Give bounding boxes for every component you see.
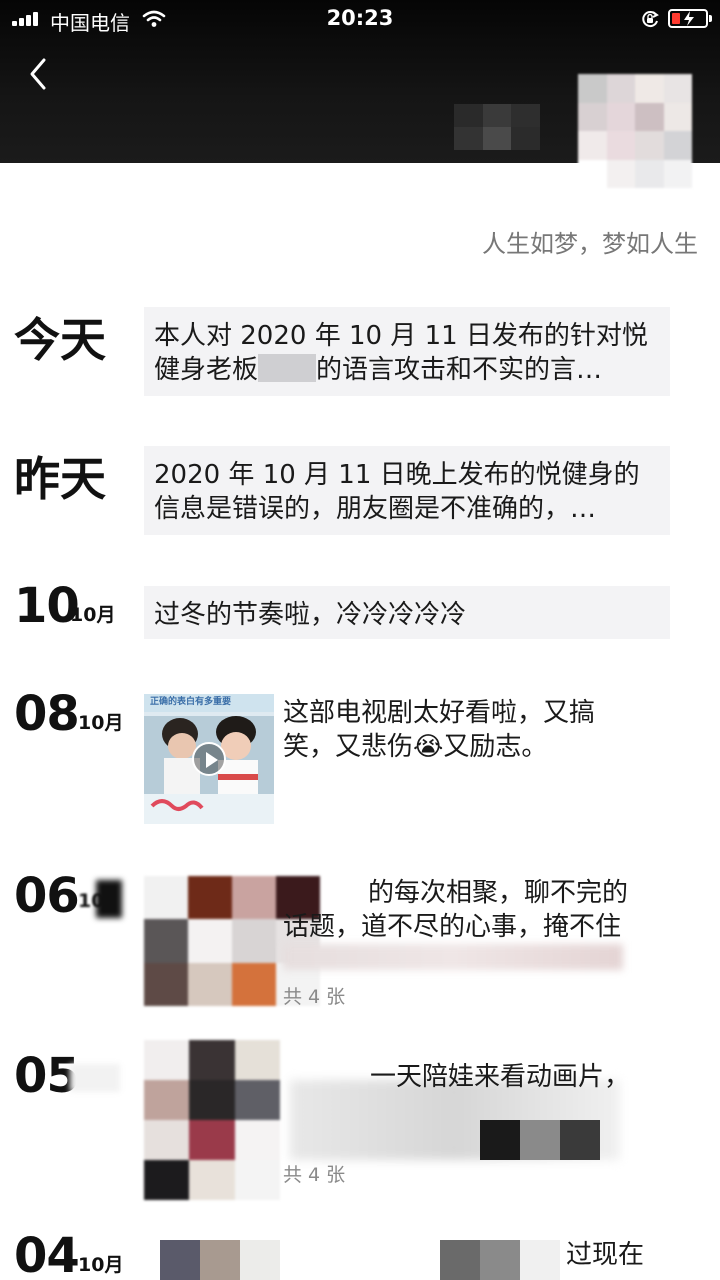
back-chevron-icon[interactable] bbox=[24, 56, 54, 92]
post-text-line: 一天陪娃来看动画片， bbox=[370, 1062, 631, 1092]
post-text-line: 过冬的节奏啦，冷冷冷冷冷 bbox=[154, 600, 467, 630]
post-date-month: 10月 bbox=[78, 712, 124, 734]
post-text-card[interactable]: 过冬的节奏啦，冷冷冷冷冷 bbox=[144, 586, 670, 639]
post-text-prefix: 健身老板 bbox=[154, 355, 259, 385]
post-text-line: 的每次相聚，聊不完的 bbox=[368, 878, 629, 908]
post-date-month: 10月 bbox=[70, 604, 116, 626]
profile-signature: 人生如梦，梦如人生 bbox=[482, 230, 698, 258]
post-text-line: 信息是错误的，朋友圈是不准确的，… bbox=[154, 494, 597, 524]
redaction-mosaic bbox=[480, 1120, 600, 1160]
post-text[interactable]: 过现在 bbox=[566, 1238, 696, 1272]
photo-grid-redacted[interactable] bbox=[144, 1040, 280, 1200]
status-bar: 中国电信 20:23 bbox=[0, 0, 720, 38]
post-date-month: 10月 bbox=[78, 1254, 124, 1276]
redaction-blot bbox=[96, 880, 122, 918]
post-text[interactable]: 的每次相聚，聊不完的 bbox=[368, 876, 668, 910]
photo-count: 共 4 张 bbox=[283, 1164, 346, 1186]
video-thumbnail[interactable]: 正确的表白有多重要 bbox=[144, 694, 274, 824]
post-text[interactable]: 这部电视剧太好看啦，又搞 笑，又悲伤😭又励志。 bbox=[283, 696, 683, 764]
post-text-card[interactable]: 本人对 2020 年 10 月 11 日发布的针对悦 健身老板 的语言攻击和不实的… bbox=[144, 307, 670, 396]
post-text-line: 2020 年 10 月 11 日晚上发布的悦健身的 bbox=[154, 460, 640, 490]
clock-time: 20:23 bbox=[326, 6, 394, 30]
photo-count: 共 4 张 bbox=[283, 986, 346, 1008]
post-text-line: 本人对 2020 年 10 月 11 日发布的针对悦 bbox=[154, 321, 648, 351]
battery-charging-icon bbox=[668, 9, 712, 28]
post-text-line: 这部电视剧太好看啦，又搞 bbox=[283, 698, 596, 728]
post-text[interactable]: 一天陪娃来看动画片， bbox=[370, 1060, 670, 1094]
post-text-line: 笑，又悲伤😭又励志。 bbox=[283, 732, 548, 762]
redaction-blur bbox=[70, 1064, 120, 1092]
play-icon[interactable] bbox=[192, 742, 226, 776]
post-date-day: 08 bbox=[14, 686, 80, 742]
redacted-name bbox=[258, 354, 317, 382]
post-date-yesterday: 昨天 bbox=[14, 452, 106, 506]
post-date-day: 06 bbox=[14, 868, 80, 924]
post-date-today: 今天 bbox=[14, 313, 106, 367]
post-text-line-2: 健身老板 的语言攻击和不实的言… bbox=[154, 353, 660, 387]
redaction-blur bbox=[283, 944, 623, 970]
post-text-line: 话题，道不尽的心事，掩不住 bbox=[283, 912, 622, 942]
post-text[interactable]: 话题，道不尽的心事，掩不住 bbox=[283, 910, 683, 944]
post-text-suffix: 的语言攻击和不实的言… bbox=[316, 355, 603, 385]
post-text-card[interactable]: 2020 年 10 月 11 日晚上发布的悦健身的 信息是错误的，朋友圈是不准确… bbox=[144, 446, 670, 535]
photo-grid-redacted[interactable] bbox=[160, 1240, 280, 1280]
avatar[interactable] bbox=[578, 74, 692, 188]
profile-name-redacted bbox=[454, 104, 540, 150]
redaction-mosaic bbox=[440, 1240, 560, 1280]
post-text-line: 过现在 bbox=[566, 1240, 645, 1270]
video-caption: 正确的表白有多重要 bbox=[150, 697, 232, 707]
rotation-lock-icon bbox=[640, 9, 660, 29]
post-date-day: 04 bbox=[14, 1228, 80, 1280]
